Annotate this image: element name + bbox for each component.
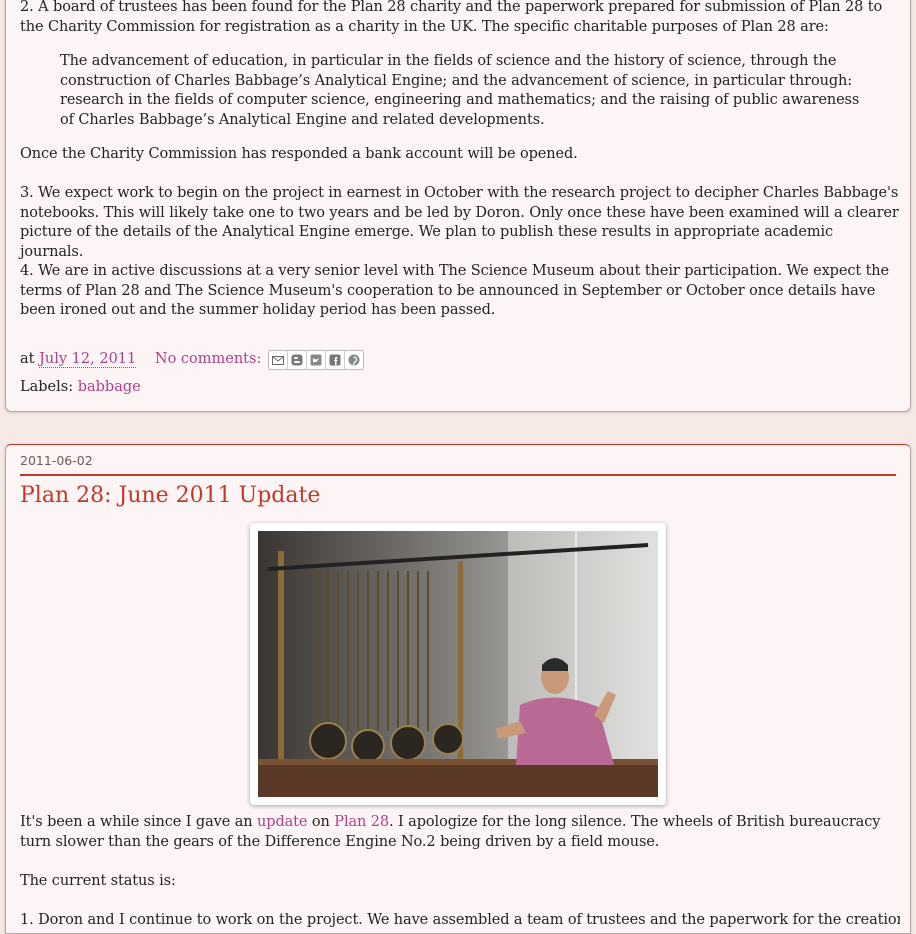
post-title[interactable]: Plan 28: June 2011 Update (20, 483, 320, 508)
paragraph-status: The current status is: (20, 873, 176, 889)
post-labels: Labels: babbage (20, 379, 141, 395)
update-link[interactable]: update (257, 814, 307, 830)
labels-label: Labels: (20, 379, 74, 395)
paragraph-intro: It's been a while since I gave an update… (20, 814, 881, 850)
facebook-icon[interactable] (326, 351, 345, 369)
label-link-babbage[interactable]: babbage (78, 379, 141, 395)
post-card-plan28-june: 2011-06-02 Plan 28: June 2011 Update It'… (5, 444, 911, 934)
post-card-plan28-july: 2. A board of trustees has been found fo… (5, 0, 911, 412)
post-title-link[interactable]: Plan 28: June 2011 Update (20, 483, 320, 508)
paragraph-science-museum: 4. We are in active discussions at a ver… (20, 263, 890, 318)
paragraph-research-project: 3. We expect work to begin on the projec… (20, 185, 899, 260)
paragraph-trustees: 2. A board of trustees has been found fo… (20, 0, 883, 35)
plan28-link[interactable]: Plan 28 (334, 814, 389, 830)
paragraph-item1: 1. Doron and I continue to work on the p… (20, 912, 900, 928)
post-footer: at July 12, 2011 No comments: (20, 351, 261, 368)
posted-at-label: at (20, 351, 35, 367)
share-buttons (268, 350, 364, 370)
comments-link[interactable]: No comments: (155, 351, 261, 367)
email-icon[interactable] (269, 351, 288, 369)
post-date-header: 2011-06-02 (20, 453, 896, 476)
pinterest-icon[interactable] (345, 351, 363, 369)
twitter-icon[interactable] (307, 351, 326, 369)
paragraph-bank-account: Once the Charity Commission has responde… (20, 146, 578, 162)
post-date-link[interactable]: July 12, 2011 (39, 351, 137, 368)
blogger-icon[interactable] (288, 351, 307, 369)
analytical-engine-photo[interactable] (258, 531, 658, 797)
blockquote-charitable-purposes: The advancement of education, in particu… (60, 53, 860, 128)
post-photo-frame (250, 523, 666, 805)
